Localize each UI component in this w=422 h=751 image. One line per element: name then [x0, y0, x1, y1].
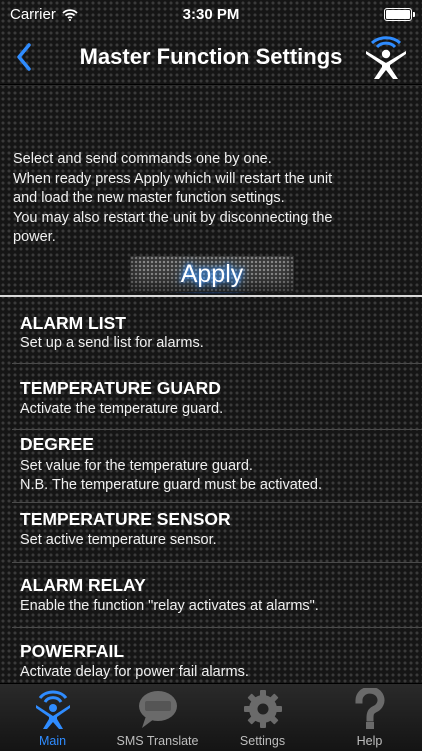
tab-label: Settings	[239, 734, 286, 748]
intro-line: You may also restart the unit by disconn…	[13, 209, 333, 226]
list-item-degree[interactable]: DEGREE Set value for the temperature gua…	[0, 430, 422, 502]
list-item-temperature-guard[interactable]: TEMPERATURE GUARD Activate the temperatu…	[0, 364, 422, 430]
item-title: TEMPERATURE GUARD	[20, 378, 221, 398]
item-title: TEMPERATURE SENSOR	[20, 509, 231, 529]
apply-button[interactable]: Apply	[130, 256, 294, 292]
item-description: Set value for the temperature guard. N.B…	[20, 458, 322, 493]
list-item-alarm-relay[interactable]: ALARM RELAY Enable the function "relay a…	[0, 563, 422, 627]
sms-bubble-icon	[138, 691, 177, 728]
person-signal-icon	[35, 690, 70, 729]
tab-main[interactable]: Main	[0, 684, 105, 751]
list-item-temperature-sensor[interactable]: TEMPERATURE SENSOR Set active temperatur…	[0, 503, 422, 563]
item-description: Activate the temperature guard.	[20, 401, 224, 417]
tab-help[interactable]: Help	[317, 684, 422, 751]
tab-settings[interactable]: Settings	[210, 684, 315, 751]
navigation-bar: Master Function Settings	[0, 30, 422, 84]
tab-label: Main	[38, 734, 67, 748]
item-description: Set active temperature sensor.	[20, 532, 217, 548]
tab-bar: Main SMS Translate Settings Help	[0, 683, 422, 751]
nav-divider	[0, 84, 422, 85]
battery-icon	[384, 8, 415, 21]
tab-label: SMS Translate	[116, 734, 199, 748]
page-title: Master Function Settings	[79, 44, 343, 69]
intro-line: When ready press Apply which will restar…	[13, 170, 333, 187]
item-description: Enable the function "relay activates at …	[20, 598, 319, 614]
tab-label: Help	[356, 734, 383, 748]
tab-sms-translate[interactable]: SMS Translate	[105, 684, 210, 751]
intro-line: and load the new master function setting…	[13, 190, 285, 206]
intro-line: power.	[13, 229, 56, 245]
item-title: ALARM LIST	[20, 313, 126, 333]
item-description: Activate delay for power fail alarms.	[20, 664, 249, 680]
item-title: DEGREE	[20, 434, 94, 454]
intro-text: Select and send commands one by one. Whe…	[13, 150, 413, 248]
question-mark-icon	[354, 688, 384, 729]
wifi-person-logo-icon	[366, 36, 406, 79]
status-time: 3:30 PM	[182, 6, 240, 23]
item-description: Set up a send list for alarms.	[20, 335, 204, 351]
item-title: POWERFAIL	[20, 641, 125, 661]
item-title: ALARM RELAY	[20, 575, 146, 595]
list-item-powerfail[interactable]: POWERFAIL Activate delay for power fail …	[0, 628, 422, 683]
status-bar: Carrier 3:30 PM	[0, 0, 422, 30]
gear-icon	[243, 690, 282, 728]
intro-line: Select and send commands one by one.	[13, 151, 272, 167]
list-item-alarm-list[interactable]: ALARM LIST Set up a send list for alarms…	[0, 297, 422, 363]
